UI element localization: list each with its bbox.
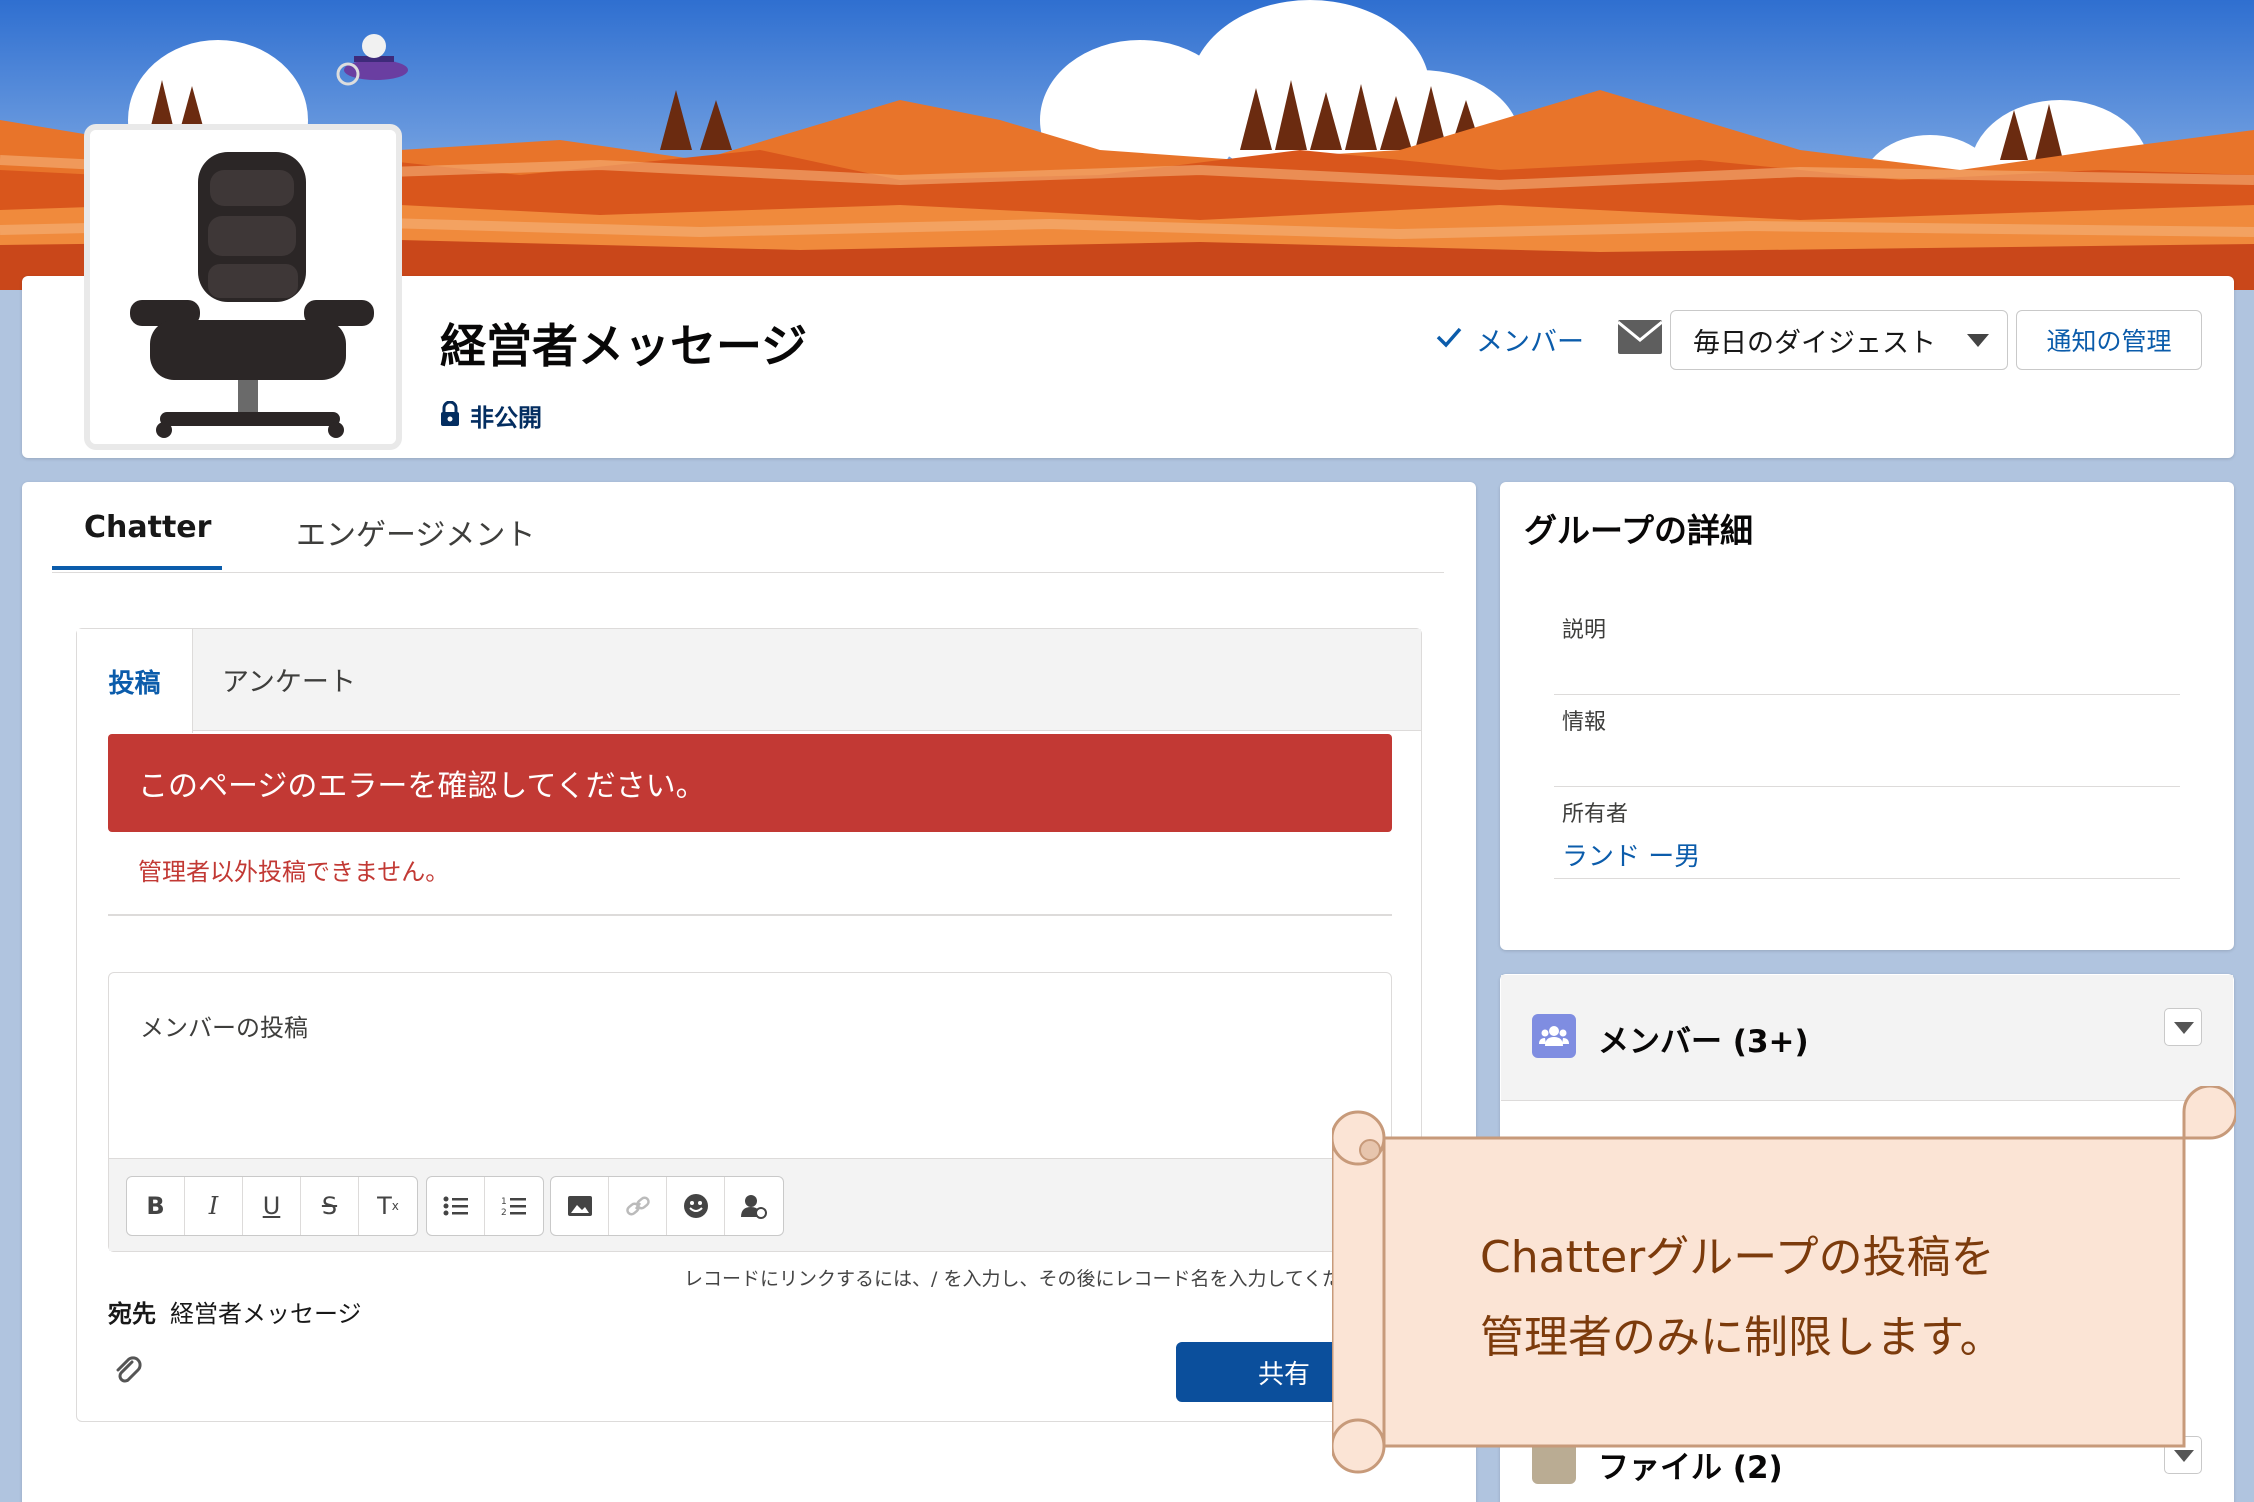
members-title: メンバー (3+) [1598, 1024, 1809, 1060]
page-title: 経営者メッセージ [440, 319, 808, 373]
recipient-label: 宛先 [108, 1300, 156, 1328]
privacy-label: 非公開 [470, 404, 542, 432]
lock-icon [440, 400, 460, 431]
mention-icon[interactable] [725, 1177, 783, 1235]
people-icon [1532, 1014, 1576, 1058]
publisher-tab-post[interactable]: 投稿 [77, 629, 193, 733]
insert-group [550, 1176, 784, 1236]
member-status-button[interactable]: メンバー [1436, 320, 1584, 359]
error-message: 管理者以外投稿できません。 [138, 858, 450, 886]
tab-divider [52, 572, 1444, 573]
tab-chatter[interactable]: Chatter [84, 510, 211, 545]
chevron-down-icon [1967, 334, 1989, 347]
italic-button[interactable]: I [185, 1177, 243, 1235]
callout-line-2: 管理者のみに制限します。 [1480, 1312, 2004, 1363]
emoji-icon[interactable] [667, 1177, 725, 1235]
group-details-card [1500, 482, 2234, 950]
details-title: グループの詳細 [1524, 511, 1754, 550]
bullet-list-button[interactable] [427, 1177, 485, 1235]
callout-line-1: Chatterグループの投稿を [1480, 1232, 1995, 1283]
manage-notifications-button[interactable]: 通知の管理 [2016, 310, 2202, 370]
recipient-row: 宛先 経営者メッセージ [108, 1294, 362, 1329]
text-format-group: B I U S Tx [126, 1176, 418, 1236]
recipient-value: 経営者メッセージ [170, 1300, 362, 1328]
member-status-label: メンバー [1476, 327, 1584, 358]
svg-text:2: 2 [501, 1208, 507, 1217]
image-icon[interactable] [551, 1177, 609, 1235]
field-divider [1554, 786, 2180, 787]
callout-text: Chatterグループの投稿を 管理者のみに制限します。 [1480, 1218, 2004, 1378]
active-tab-indicator [52, 566, 222, 570]
clear-format-button[interactable]: Tx [359, 1177, 417, 1235]
publisher-tab-poll[interactable]: アンケート [222, 660, 356, 699]
link-hint-text: レコードにリンクするには、/ を入力し、その後にレコード名を入力してくだ [684, 1268, 1342, 1290]
mail-icon [1617, 320, 1663, 358]
list-group: 12 [426, 1176, 544, 1236]
owner-link[interactable]: ランド ー男 [1562, 836, 1700, 873]
group-photo [84, 124, 402, 450]
paperclip-icon[interactable] [112, 1354, 146, 1392]
members-menu-button[interactable] [2164, 1008, 2202, 1046]
bold-button[interactable]: B [127, 1177, 185, 1235]
tab-engagement[interactable]: エンゲージメント [296, 510, 535, 554]
divider [108, 914, 1392, 916]
field-owner-label: 所有者 [1562, 802, 1629, 827]
field-divider [1554, 878, 2180, 879]
numbered-list-button[interactable]: 12 [485, 1177, 543, 1235]
editor-placeholder: メンバーの投稿 [140, 1014, 308, 1042]
error-banner: このページのエラーを確認してください。 [108, 734, 1392, 832]
strikethrough-button[interactable]: S [301, 1177, 359, 1235]
field-description-label: 説明 [1562, 618, 1607, 643]
field-divider [1554, 694, 2180, 695]
underline-button[interactable]: U [243, 1177, 301, 1235]
link-icon[interactable] [609, 1177, 667, 1235]
svg-text:1: 1 [501, 1197, 507, 1207]
digest-value: 毎日のダイジェスト [1693, 327, 1936, 359]
checkmark-icon [1436, 324, 1462, 355]
field-info-label: 情報 [1562, 710, 1607, 735]
privacy-indicator: 非公開 [440, 398, 542, 433]
email-digest-select[interactable]: 毎日のダイジェスト [1670, 310, 2008, 370]
